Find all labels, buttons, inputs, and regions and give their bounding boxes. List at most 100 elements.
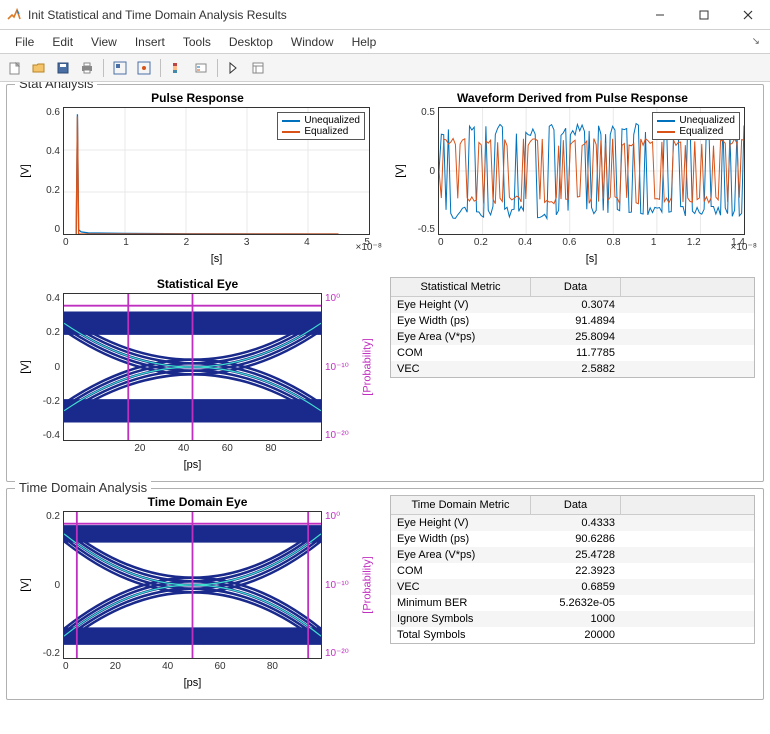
cell-metric: VEC [391,579,531,595]
cell-metric: Eye Width (ps) [391,313,531,329]
minimize-button[interactable] [638,0,682,30]
panel-title: Time Domain Analysis [15,480,151,495]
table-row[interactable]: Eye Height (V)0.3074 [391,297,754,313]
legend-swatch [657,131,675,133]
table-row[interactable]: Ignore Symbols1000 [391,611,754,627]
print-button[interactable] [76,57,98,79]
table-row[interactable]: COM22.3923 [391,563,754,579]
window-title: Init Statistical and Time Domain Analysi… [28,8,638,22]
chart-title: Waveform Derived from Pulse Response [390,91,755,105]
cell-metric: Eye Width (ps) [391,531,531,547]
maximize-button[interactable] [682,0,726,30]
titlebar: Init Statistical and Time Domain Analysi… [0,0,770,30]
dock-arrow-icon[interactable]: ↘ [752,36,764,47]
x-axis-ticks: 00.20.40.60.811.21.4 [438,235,745,253]
menu-desktop[interactable]: Desktop [220,32,282,52]
menu-insert[interactable]: Insert [126,32,174,52]
menu-tools[interactable]: Tools [174,32,220,52]
menu-file[interactable]: File [6,32,43,52]
y2-axis-ticks: 10⁰10⁻¹⁰10⁻²⁰ [322,293,356,441]
table-row[interactable]: Eye Area (V*ps)25.4728 [391,547,754,563]
col-data: Data [531,496,621,514]
table-row[interactable]: Eye Height (V)0.4333 [391,515,754,531]
cell-value: 25.8094 [531,329,621,345]
x-axis-label: [ps] [63,677,322,691]
insert-legend-button[interactable] [190,57,212,79]
table-row[interactable]: Minimum BER5.2632e-05 [391,595,754,611]
y-axis-label: [V] [15,107,37,235]
main-panel: Stat Analysis Pulse Response [V] 0.60.40… [0,82,770,734]
stat-metrics-table-container: Statistical Metric Data Eye Height (V)0.… [390,277,755,473]
cell-metric: Eye Height (V) [391,515,531,531]
table-header: Time Domain Metric Data [391,496,754,515]
cell-value: 25.4728 [531,547,621,563]
legend-label: Equalized [304,126,348,137]
legend-swatch [282,120,300,122]
cell-metric: Ignore Symbols [391,611,531,627]
plot-area[interactable] [63,293,322,441]
open-property-inspector-button[interactable] [247,57,269,79]
cell-value: 2.5882 [531,361,621,377]
x-axis-multiplier: ×10⁻⁸ [731,242,757,253]
y-axis-ticks: 0.60.40.20 [37,107,63,235]
toolbar-separator [160,59,161,77]
table-row[interactable]: Eye Area (V*ps)25.8094 [391,329,754,345]
link-plot-button[interactable] [133,57,155,79]
close-button[interactable] [726,0,770,30]
cell-value: 5.2632e-05 [531,595,621,611]
plot-area[interactable] [63,511,322,659]
table-row[interactable]: VEC2.5882 [391,361,754,377]
chart-legend[interactable]: UnequalizedEqualized [652,112,740,140]
chart-title: Pulse Response [15,91,380,105]
y-axis-label: [V] [15,293,37,441]
cell-metric: COM [391,345,531,361]
menu-edit[interactable]: Edit [43,32,82,52]
table-header: Statistical Metric Data [391,278,754,297]
open-button[interactable] [28,57,50,79]
toolbar [0,54,770,82]
matlab-icon [6,7,22,23]
edit-plot-button[interactable] [223,57,245,79]
table-body: Eye Height (V)0.4333Eye Width (ps)90.628… [391,515,754,643]
menubar: File Edit View Insert Tools Desktop Wind… [0,30,770,54]
menu-window[interactable]: Window [282,32,343,52]
plot-area[interactable]: UnequalizedEqualized [438,107,745,235]
table-row[interactable]: VEC0.6859 [391,579,754,595]
y-axis-label: [V] [15,511,37,659]
legend-label: Unequalized [679,115,735,126]
datacursor-button[interactable] [109,57,131,79]
y-axis-ticks: 0.2.0.-0.2 [37,511,63,659]
menu-view[interactable]: View [82,32,126,52]
table-row[interactable]: Eye Width (ps)90.6286 [391,531,754,547]
waveform-chart: Waveform Derived from Pulse Response [V]… [390,91,755,267]
table-row[interactable]: Total Symbols20000 [391,627,754,643]
table-row[interactable]: Eye Width (ps)91.4894 [391,313,754,329]
cell-metric: Eye Height (V) [391,297,531,313]
cell-value: 0.4333 [531,515,621,531]
plot-area[interactable]: UnequalizedEqualized [63,107,370,235]
time-domain-eye-chart: Time Domain Eye [V] 0.2.0.-0.2 10⁰10⁻¹⁰1… [15,495,380,691]
chart-legend[interactable]: UnequalizedEqualized [277,112,365,140]
x-axis-label: [ps] [63,459,322,473]
x-axis-ticks: 012345 [63,235,370,253]
time-metrics-table: Time Domain Metric Data Eye Height (V)0.… [390,495,755,644]
y-axis-ticks: 0.50-0.5 [412,107,438,235]
menu-help[interactable]: Help [343,32,386,52]
toolbar-separator [217,59,218,77]
table-body: Eye Height (V)0.3074Eye Width (ps)91.489… [391,297,754,377]
x-axis-label: [s] [63,253,370,267]
pulse-response-chart: Pulse Response [V] 0.60.40.20 Unequalize… [15,91,380,267]
insert-colorbar-button[interactable] [166,57,188,79]
table-row[interactable]: COM11.7785 [391,345,754,361]
time-metrics-table-container: Time Domain Metric Data Eye Height (V)0.… [390,495,755,691]
x-axis-multiplier: ×10⁻⁸ [356,242,382,253]
save-button[interactable] [52,57,74,79]
cell-value: 20000 [531,627,621,643]
statistical-eye-chart: Statistical Eye [V] 0.40.20-0.2-0.4 10⁰1… [15,277,380,473]
cell-value: 91.4894 [531,313,621,329]
cell-value: 22.3923 [531,563,621,579]
time-domain-analysis-panel: Time Domain Analysis Time Domain Eye [V]… [6,488,764,700]
new-figure-button[interactable] [4,57,26,79]
y2-axis-label: [Probability] [356,511,380,659]
chart-title: Statistical Eye [15,277,380,291]
